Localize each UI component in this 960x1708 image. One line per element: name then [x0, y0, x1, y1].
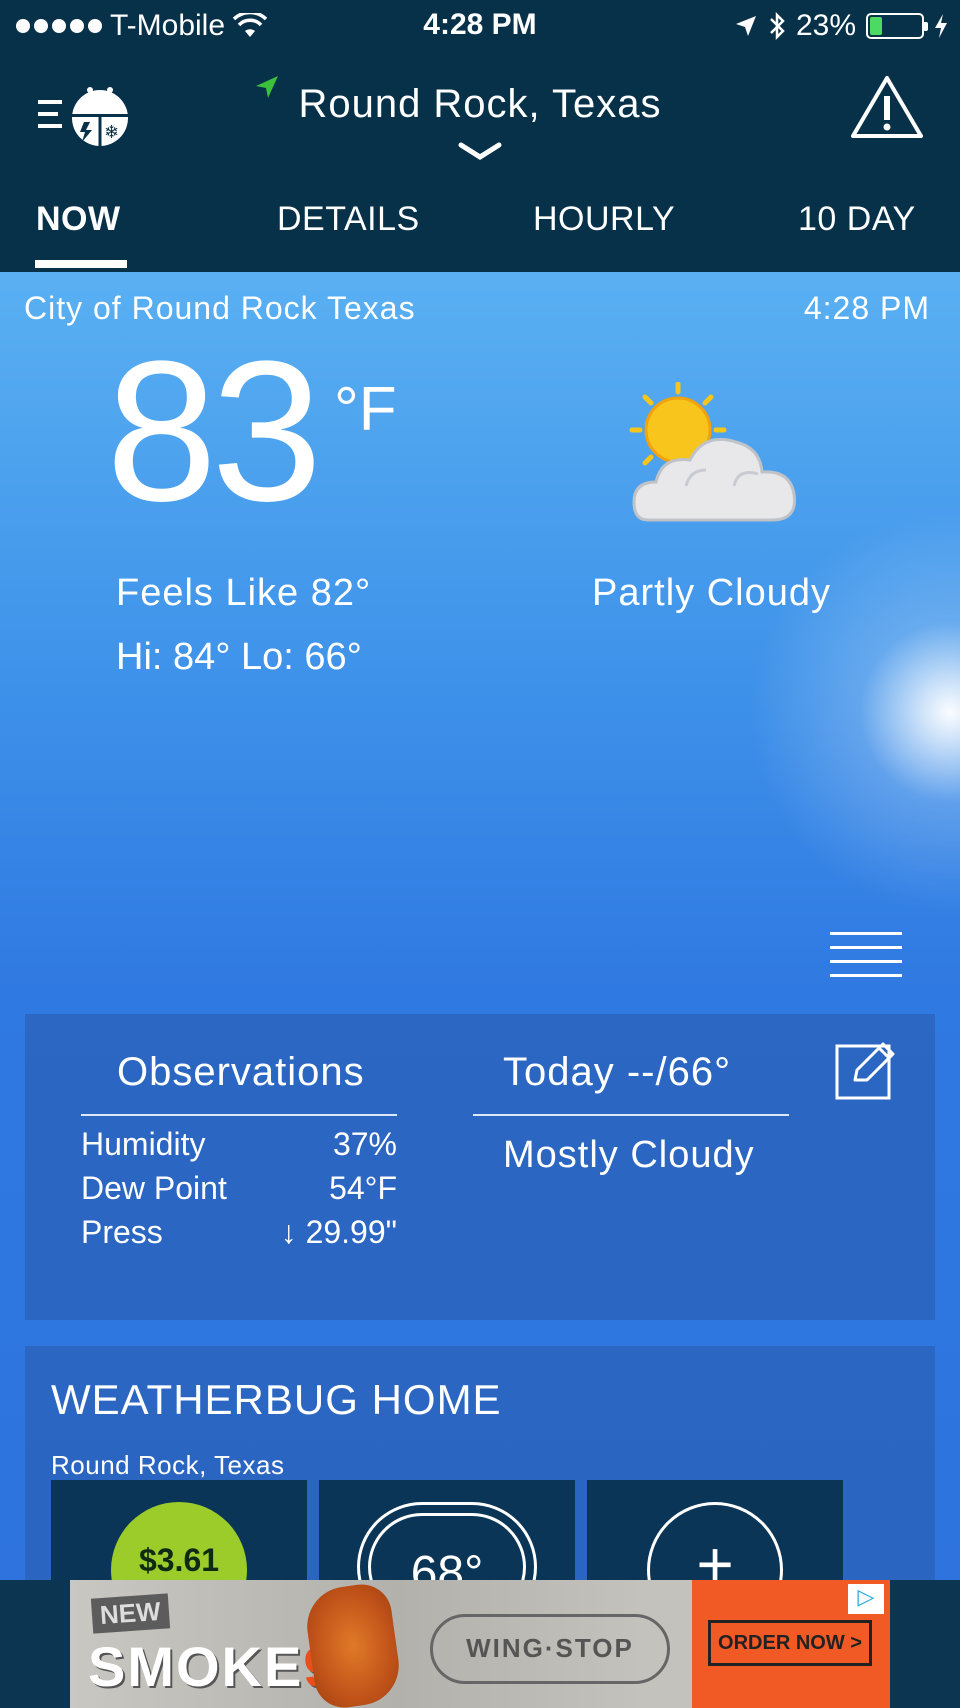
- order-now-button[interactable]: ORDER NOW >: [708, 1620, 872, 1666]
- charging-icon: [935, 14, 947, 38]
- home-title: WEATHERBUG HOME: [51, 1376, 502, 1423]
- plus-icon: +: [647, 1502, 783, 1580]
- divider: [473, 1114, 789, 1116]
- tab-10-day[interactable]: 10 DAY: [798, 200, 916, 239]
- status-bar: T-Mobile 4:28 PM 23%: [0, 0, 960, 54]
- condition-label: Partly Cloudy: [592, 572, 831, 614]
- today-forecast-title: Today --/66°: [503, 1050, 732, 1094]
- location-services-icon: [735, 16, 756, 36]
- ad-badge: NEW: [90, 1593, 170, 1634]
- row-label: Humidity: [81, 1126, 206, 1162]
- thermostat-tile[interactable]: 68°: [319, 1480, 575, 1580]
- hi-lo: Hi: 84° Lo: 66°: [116, 636, 362, 678]
- price-value: $3.61: [111, 1502, 247, 1580]
- tab-details[interactable]: DETAILS: [277, 200, 420, 239]
- tab-now[interactable]: NOW: [36, 200, 121, 239]
- ad-creative[interactable]: NEW SMOKE9 WING·STOP ORDER NOW > ▷: [70, 1580, 890, 1708]
- tab-bar: NOW DETAILS HOURLY 10 DAY: [0, 190, 960, 272]
- ad-headline: SMOKE9: [88, 1635, 335, 1698]
- row-value: 54°F: [329, 1170, 397, 1206]
- bluetooth-icon: [770, 11, 785, 41]
- list-menu-icon[interactable]: [830, 930, 902, 978]
- partly-cloudy-icon: [629, 382, 797, 522]
- thermostat-icon: 68°: [357, 1502, 537, 1580]
- chicken-wing-image: [302, 1580, 404, 1708]
- top-bar: T-Mobile 4:28 PM 23% ❄ Round Rock, Texas…: [0, 0, 960, 272]
- divider: [81, 1114, 397, 1116]
- energy-price-tile[interactable]: $3.61: [51, 1480, 307, 1580]
- row-label: Dew Point: [81, 1170, 227, 1206]
- row-value: 37%: [332, 1126, 397, 1162]
- edit-icon[interactable]: [835, 1040, 899, 1100]
- add-device-tile[interactable]: +: [587, 1480, 843, 1580]
- thermostat-value: 68°: [368, 1513, 526, 1580]
- row-label: Press: [81, 1214, 163, 1250]
- adchoices-icon[interactable]: ▷: [848, 1584, 884, 1614]
- observations-title: Observations: [117, 1050, 365, 1094]
- tab-hourly[interactable]: HOURLY: [533, 200, 675, 239]
- pressure-row: Press ↓ 29.99": [81, 1214, 397, 1251]
- now-view: City of Round Rock Texas 4:28 PM 83 °F F…: [0, 272, 960, 1580]
- status-right: 23%: [734, 9, 948, 43]
- row-value: ↓ 29.99": [280, 1214, 397, 1250]
- chevron-down-icon[interactable]: [458, 142, 502, 162]
- feels-like: Feels Like 82°: [116, 572, 372, 614]
- observations-panel[interactable]: Observations Humidity 37% Dew Point 54°F…: [25, 1014, 935, 1320]
- observation-time: 4:28 PM: [803, 290, 930, 326]
- temperature-unit: °F: [334, 375, 397, 444]
- location-title[interactable]: Round Rock, Texas: [0, 82, 960, 127]
- battery-percent: 23%: [795, 9, 856, 42]
- home-location: Round Rock, Texas: [51, 1450, 285, 1480]
- humidity-row: Humidity 37%: [81, 1126, 397, 1163]
- app-header: ❄ Round Rock, Texas: [0, 60, 960, 180]
- ad-banner: NEW SMOKE9 WING·STOP ORDER NOW > ▷: [0, 1580, 960, 1708]
- alert-icon[interactable]: [850, 74, 924, 140]
- wingstop-logo: WING·STOP: [430, 1614, 670, 1684]
- current-temperature: 83: [106, 320, 322, 543]
- today-condition: Mostly Cloudy: [503, 1134, 755, 1176]
- weatherbug-home-panel: WEATHERBUG HOME Round Rock, Texas $3.61 …: [25, 1346, 935, 1580]
- battery-icon: [866, 13, 928, 39]
- dew-point-row: Dew Point 54°F: [81, 1170, 397, 1207]
- active-tab-indicator: [35, 260, 127, 268]
